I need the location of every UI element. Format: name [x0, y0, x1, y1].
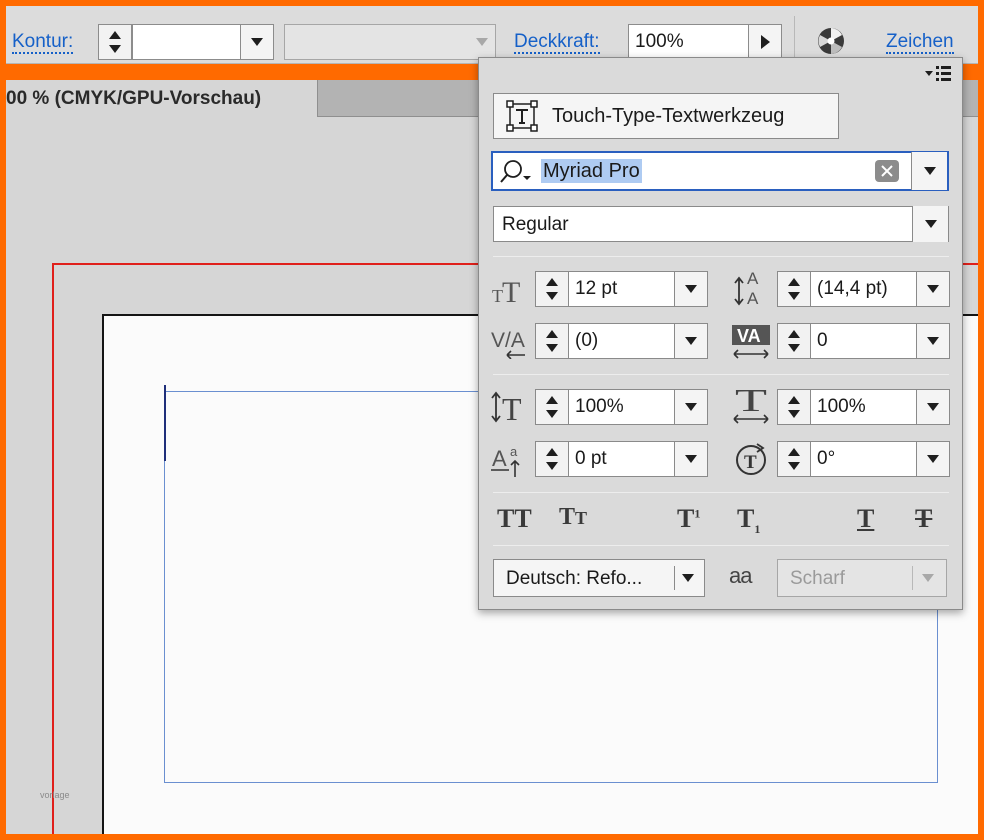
- vertical-scale-dropdown[interactable]: [674, 389, 708, 425]
- strikethrough-button[interactable]: T: [915, 504, 932, 534]
- horizontal-scale-dropdown[interactable]: [916, 389, 950, 425]
- svg-text:T: T: [744, 452, 757, 473]
- font-size-stepper[interactable]: [535, 271, 569, 307]
- all-caps-button[interactable]: TT: [497, 504, 532, 534]
- leading-input[interactable]: (14,4 pt): [810, 271, 918, 307]
- leading-icon: AA: [731, 268, 771, 308]
- character-panel-link[interactable]: Zeichen: [886, 32, 954, 54]
- font-family-combobox[interactable]: Myriad Pro: [491, 151, 949, 191]
- small-caps-button[interactable]: TT: [559, 504, 587, 531]
- svg-text:V/A: V/A: [491, 329, 525, 352]
- horizontal-scale-icon: T: [731, 385, 771, 425]
- character-rotation-input[interactable]: 0°: [810, 441, 918, 477]
- tracking-icon: VA: [731, 322, 771, 362]
- tracking-dropdown[interactable]: [916, 323, 950, 359]
- svg-text:T: T: [735, 385, 768, 418]
- svg-text:VA: VA: [737, 326, 761, 346]
- horizontal-scale-stepper[interactable]: [777, 389, 811, 425]
- svg-text:A: A: [747, 289, 759, 308]
- font-size-dropdown[interactable]: [674, 271, 708, 307]
- font-size-icon: TT: [489, 270, 529, 310]
- baseline-shift-icon: Aa: [489, 440, 529, 480]
- chevron-down-icon: [469, 25, 495, 59]
- opacity-label-link[interactable]: Deckkraft:: [514, 32, 600, 54]
- panel-divider: [493, 256, 949, 257]
- document-tab[interactable]: 00 % (CMYK/GPU-Vorschau): [6, 80, 318, 117]
- chevron-down-icon: [912, 206, 948, 242]
- vertical-scale-icon: T: [489, 387, 529, 427]
- leading-dropdown[interactable]: [916, 271, 950, 307]
- stroke-style-dropdown[interactable]: [284, 24, 496, 60]
- stroke-weight-stepper[interactable]: [98, 24, 132, 60]
- baseline-shift-stepper[interactable]: [535, 441, 569, 477]
- subscript-button[interactable]: T1: [737, 504, 760, 537]
- text-cursor: [164, 385, 166, 461]
- svg-text:T: T: [502, 276, 520, 305]
- antialiasing-icon: aa: [729, 563, 753, 588]
- arrow-up-icon: [109, 31, 121, 39]
- language-value: Deutsch: Refo...: [506, 568, 643, 589]
- svg-text:A: A: [492, 446, 507, 471]
- kerning-stepper[interactable]: [535, 323, 569, 359]
- font-family-dropdown[interactable]: [911, 152, 947, 190]
- leading-stepper[interactable]: [777, 271, 811, 307]
- kerning-icon: V/A: [489, 322, 529, 362]
- stroke-weight-dropdown[interactable]: [240, 24, 274, 60]
- baseline-shift-dropdown[interactable]: [674, 441, 708, 477]
- chevron-down-icon: [251, 38, 263, 46]
- stroke-label-link[interactable]: Kontur:: [12, 32, 74, 54]
- touch-type-label: Touch-Type-Textwerkzeug: [552, 104, 785, 127]
- font-style-dropdown[interactable]: Regular: [493, 206, 949, 242]
- control-toolbar: Kontur: Deckkraft: 100% Zeichen: [6, 6, 978, 64]
- touch-type-icon: [506, 100, 538, 132]
- language-dropdown[interactable]: Deutsch: Refo...: [493, 559, 705, 597]
- underline-button[interactable]: T: [857, 504, 874, 534]
- arrow-down-icon: [109, 45, 121, 53]
- character-rotation-dropdown[interactable]: [916, 441, 950, 477]
- font-style-value: Regular: [502, 214, 569, 235]
- touch-type-tool-button[interactable]: Touch-Type-Textwerkzeug: [493, 93, 839, 139]
- baseline-shift-input[interactable]: 0 pt: [568, 441, 676, 477]
- vertical-scale-stepper[interactable]: [535, 389, 569, 425]
- panel-divider: [493, 545, 949, 546]
- font-size-input[interactable]: 12 pt: [568, 271, 676, 307]
- chevron-down-icon: [682, 574, 694, 582]
- kerning-input[interactable]: (0): [568, 323, 676, 359]
- kerning-dropdown[interactable]: [674, 323, 708, 359]
- panel-divider: [493, 492, 949, 493]
- dropdown-divider: [912, 566, 913, 590]
- document-tab-title: 00 % (CMYK/GPU-Vorschau): [6, 88, 262, 109]
- svg-text:a: a: [510, 444, 518, 459]
- character-rotation-stepper[interactable]: [777, 441, 811, 477]
- watermark-text: vorlage: [40, 790, 70, 800]
- recolor-artwork-icon[interactable]: [816, 26, 846, 56]
- font-family-input[interactable]: Myriad Pro: [541, 159, 642, 183]
- chevron-down-icon: [923, 167, 936, 175]
- search-icon: [499, 159, 533, 185]
- tracking-input[interactable]: 0: [810, 323, 918, 359]
- character-panel: Touch-Type-Textwerkzeug Myriad Pro Regul…: [478, 57, 963, 610]
- antialiasing-value: Scharf: [790, 568, 845, 589]
- toolbar-divider: [794, 16, 795, 60]
- antialiasing-dropdown: Scharf: [777, 559, 947, 597]
- character-rotation-icon: T: [731, 439, 771, 479]
- chevron-right-icon: [760, 35, 770, 49]
- svg-text:A: A: [747, 269, 759, 288]
- opacity-flyout-button[interactable]: [748, 24, 782, 60]
- clear-icon[interactable]: [875, 160, 899, 182]
- panel-divider: [493, 374, 949, 375]
- superscript-button[interactable]: T1: [677, 504, 700, 534]
- chevron-down-icon: [922, 574, 934, 582]
- svg-text:T: T: [502, 391, 522, 425]
- panel-menu-icon[interactable]: [923, 64, 953, 82]
- horizontal-scale-input[interactable]: 100%: [810, 389, 918, 425]
- tracking-stepper[interactable]: [777, 323, 811, 359]
- vertical-scale-input[interactable]: 100%: [568, 389, 676, 425]
- opacity-input[interactable]: 100%: [628, 24, 750, 60]
- stroke-weight-input[interactable]: [132, 24, 242, 60]
- dropdown-divider: [674, 566, 675, 590]
